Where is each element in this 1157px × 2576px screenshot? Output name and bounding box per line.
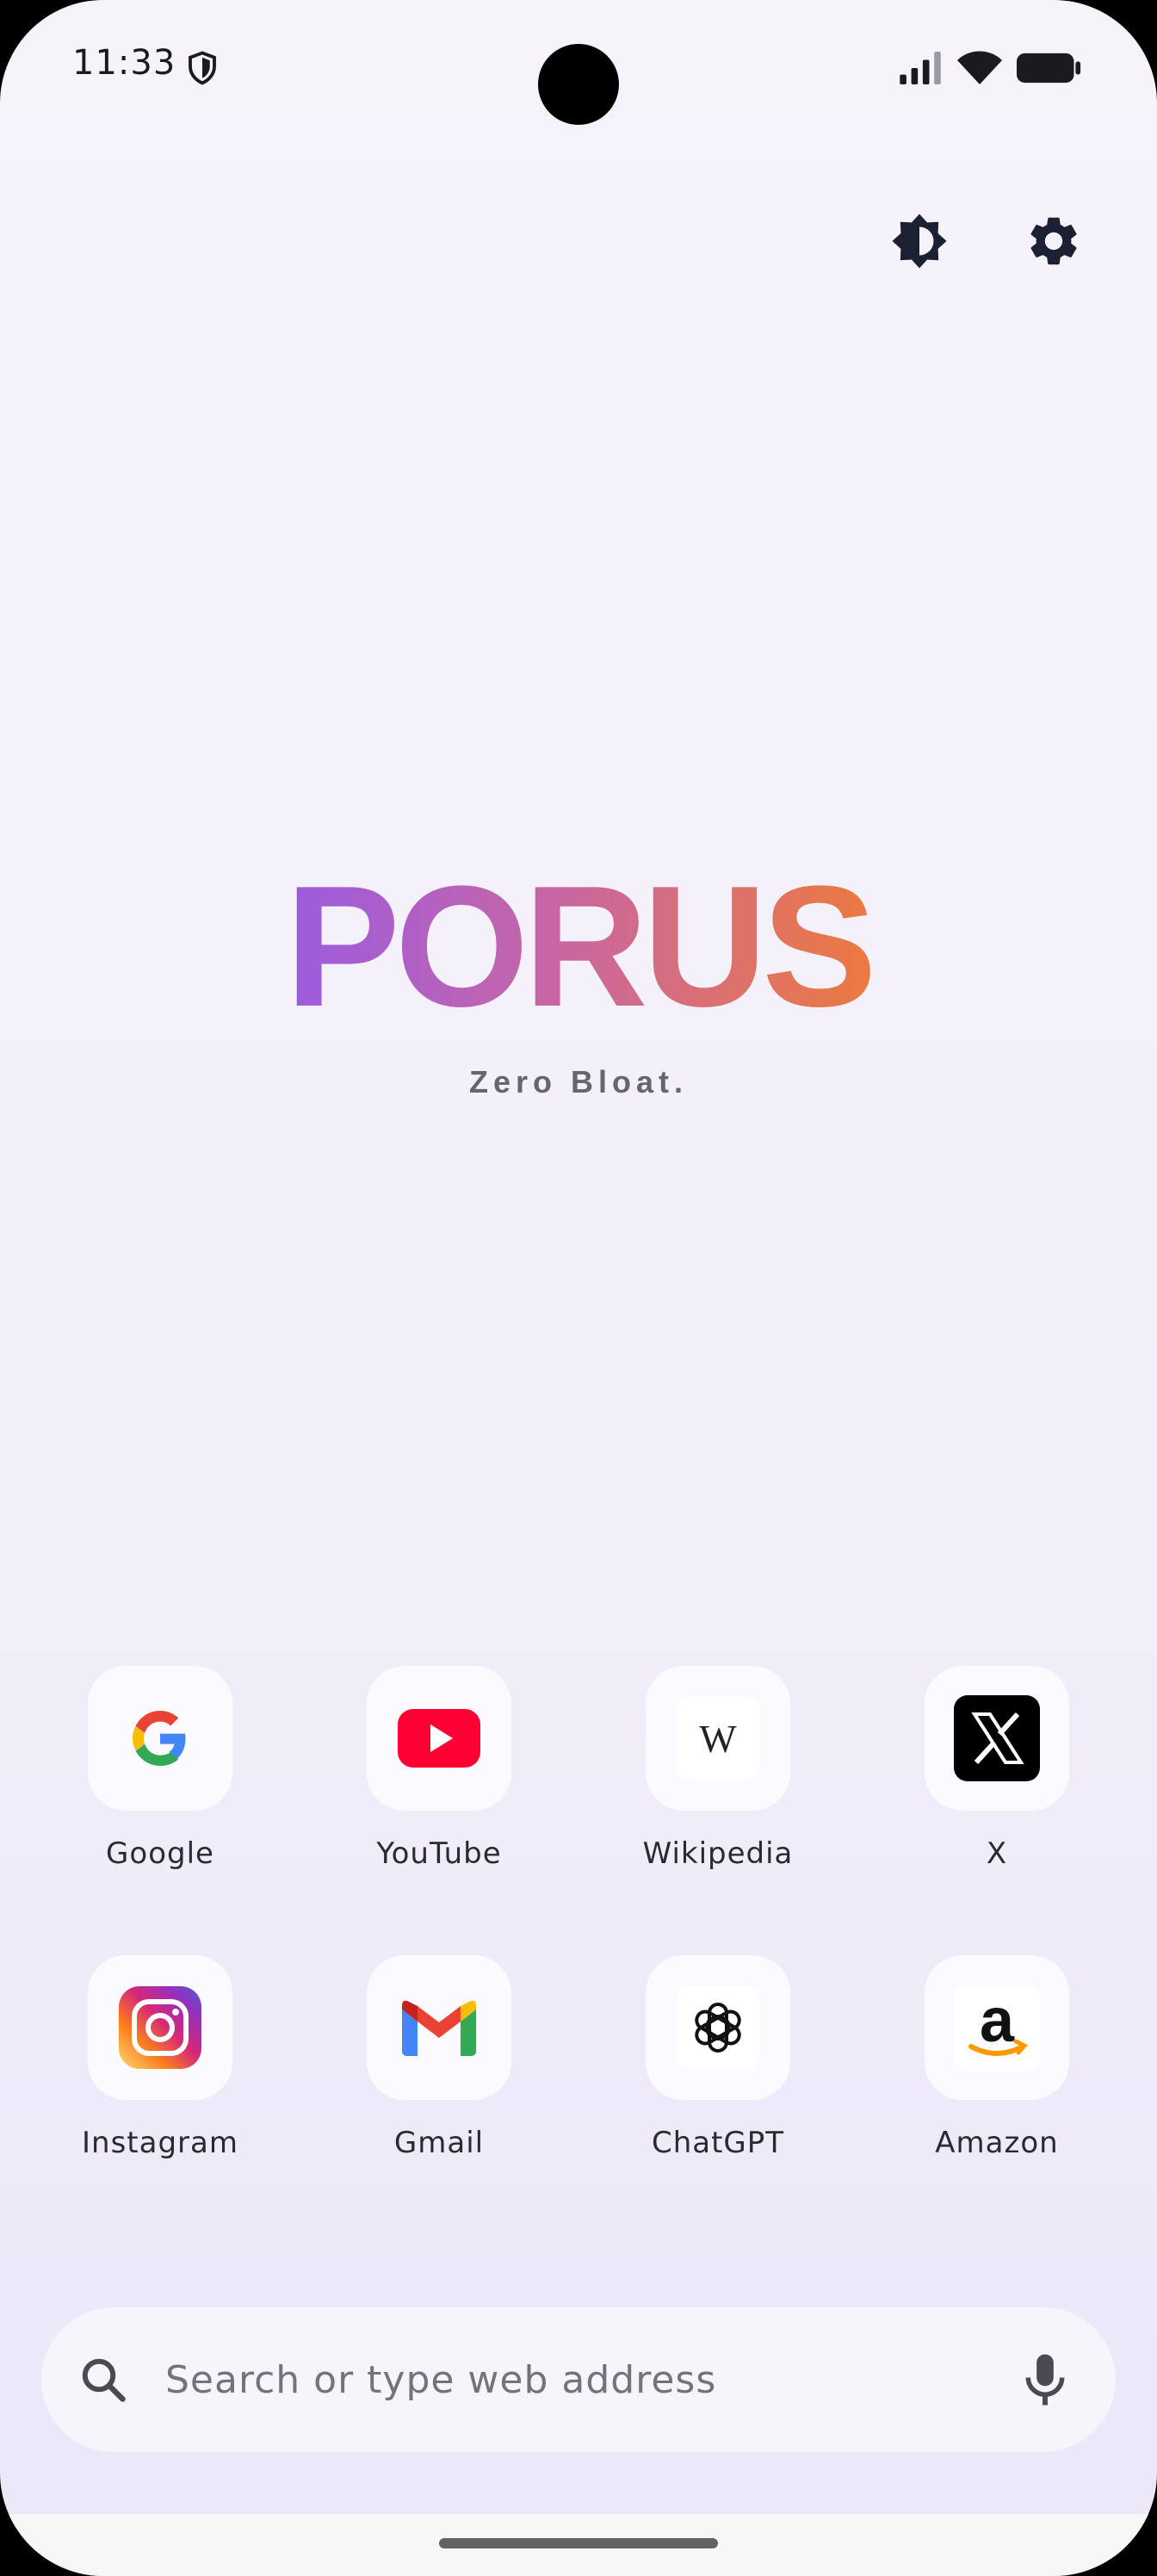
shortcut-icon-container: W (646, 1666, 790, 1811)
shortcut-icon-container (925, 1666, 1069, 1811)
svg-text:W: W (699, 1717, 737, 1761)
google-icon (133, 1711, 186, 1766)
shortcut-label: YouTube (376, 1836, 502, 1871)
shortcut-amazon[interactable]: a Amazon (857, 1955, 1136, 2160)
shortcut-chatgpt[interactable]: ChatGPT (578, 1955, 857, 2160)
shortcut-wikipedia[interactable]: W Wikipedia (578, 1666, 857, 1871)
battery-icon (1017, 53, 1081, 84)
app-tagline: Zero Bloat. (468, 1064, 688, 1099)
shield-icon (189, 51, 216, 85)
shortcut-google[interactable]: Google (21, 1666, 300, 1871)
shortcut-instagram[interactable]: Instagram (21, 1955, 300, 2160)
shortcut-youtube[interactable]: YouTube (300, 1666, 578, 1871)
signal-icon (900, 52, 941, 84)
home-gesture-handle[interactable] (439, 2538, 718, 2548)
settings-button[interactable] (1019, 207, 1088, 276)
x-icon (954, 1695, 1040, 1781)
shortcut-gmail[interactable]: Gmail (300, 1955, 578, 2160)
svg-text:a: a (980, 1986, 1015, 2055)
shortcut-label: Google (106, 1836, 214, 1871)
wifi-icon (957, 51, 1002, 84)
chatgpt-icon (677, 1986, 759, 2069)
gmail-icon (402, 2000, 476, 2056)
camera-cutout (538, 44, 619, 125)
amazon-icon: a (954, 1985, 1040, 2071)
shortcut-label: ChatGPT (651, 2126, 785, 2160)
search-icon[interactable] (77, 2354, 129, 2406)
shortcut-icon-container (646, 1955, 790, 2100)
microphone-icon[interactable] (1019, 2352, 1071, 2407)
search-bar[interactable] (41, 2307, 1116, 2452)
search-input[interactable] (164, 2356, 993, 2403)
brand-block: PORUS Zero Bloat. (0, 861, 1157, 1100)
shortcut-icon-container (367, 1955, 511, 2100)
status-bar: 11:33 (0, 0, 1157, 138)
youtube-icon (398, 1709, 480, 1768)
shortcut-label: Amazon (935, 2126, 1059, 2160)
status-time: 11:33 (72, 43, 176, 83)
shortcut-icon-container: a (925, 1955, 1069, 2100)
shortcut-label: Wikipedia (642, 1836, 794, 1871)
wikipedia-icon: W (677, 1697, 759, 1780)
shortcut-label: X (986, 1836, 1008, 1871)
app-logo-title: PORUS (285, 851, 876, 1043)
instagram-icon (119, 1986, 201, 2069)
gear-icon (1030, 217, 1077, 265)
shortcut-icon-container (367, 1666, 511, 1811)
brightness-contrast-icon (892, 214, 947, 269)
shortcut-label: Instagram (82, 2126, 238, 2160)
browser-home-screen: 11:33 PORUS Zero Bloat. Google YouTube W… (0, 0, 1157, 2576)
shortcut-label: Gmail (393, 2126, 485, 2160)
shortcut-icon-container (88, 1955, 232, 2100)
shortcut-x[interactable]: X (857, 1666, 1136, 1871)
shortcut-icon-container (88, 1666, 232, 1811)
theme-toggle-button[interactable] (885, 207, 954, 276)
